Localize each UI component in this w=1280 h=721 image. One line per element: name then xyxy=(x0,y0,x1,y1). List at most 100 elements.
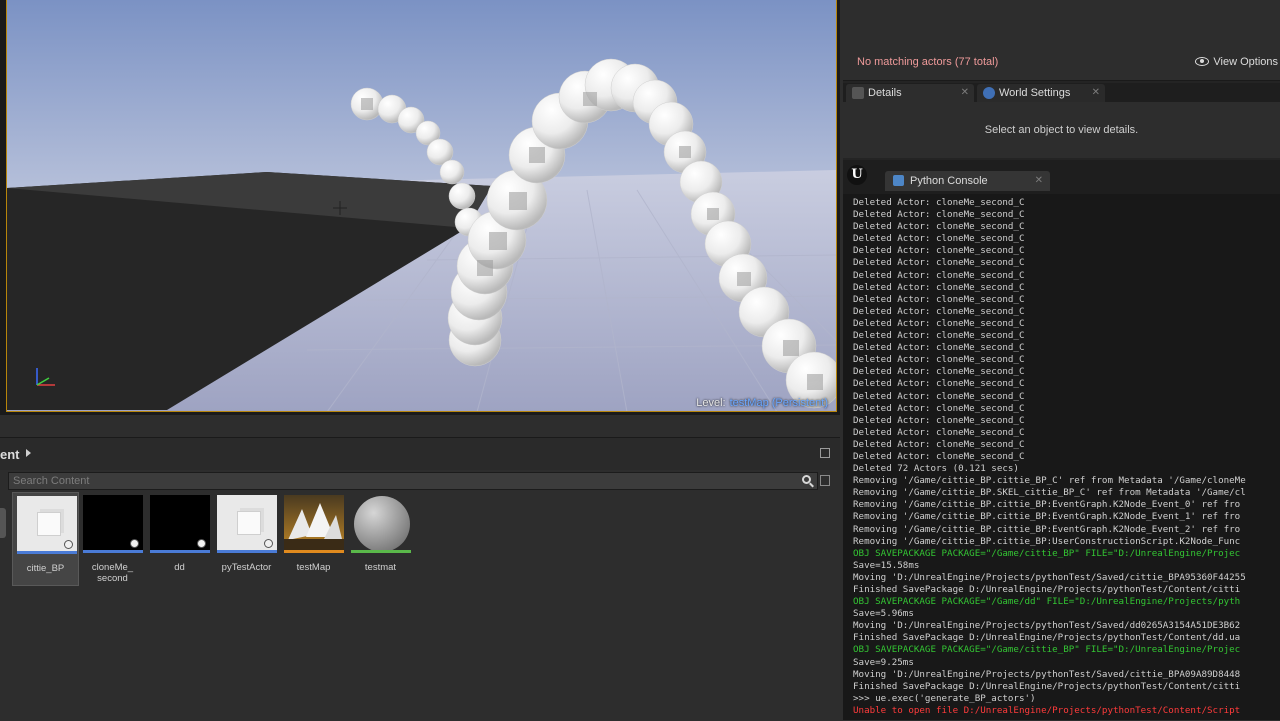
console-line: >>> ue.exec('generate_BP_actors') xyxy=(853,692,1036,704)
console-line: Removing '/Game/cittie_BP.cittie_BP_C' r… xyxy=(853,475,1246,487)
console-line: Deleted Actor: cloneMe_second_C xyxy=(853,342,1025,354)
console-line: Unable to open file D:/UnrealEngine/Proj… xyxy=(853,704,1241,716)
console-line: Save=9.25ms xyxy=(853,656,914,668)
console-line: Deleted Actor: cloneMe_second_C xyxy=(853,354,1025,366)
console-line: Deleted Actor: cloneMe_second_C xyxy=(853,257,1025,269)
map-icon xyxy=(284,503,344,550)
console-line: Deleted Actor: cloneMe_second_C xyxy=(853,269,1025,281)
level-viewport[interactable]: Level: testMap (Persistent) xyxy=(0,0,840,415)
asset-tile[interactable]: testMap xyxy=(280,492,347,586)
search-icon[interactable] xyxy=(802,475,811,484)
view-options-label: View Options xyxy=(1213,56,1278,68)
cube-icon xyxy=(37,512,61,536)
blueprint-badge-icon xyxy=(197,539,206,548)
asset-tile[interactable]: cloneMe_ second xyxy=(79,492,146,586)
details-panel: Details ✕ World Settings ✕ Select an obj… xyxy=(843,83,1280,158)
console-line: Save=5.96ms xyxy=(853,608,914,620)
console-line: Deleted Actor: cloneMe_second_C xyxy=(853,402,1025,414)
console-line: Deleted Actor: cloneMe_second_C xyxy=(853,209,1025,221)
level-indicator: Level: testMap (Persistent) xyxy=(696,397,828,409)
search-placeholder: Search Content xyxy=(13,475,90,487)
console-line: Moving 'D:/UnrealEngine/Projects/pythonT… xyxy=(853,571,1246,583)
tab-python-console-label: Python Console xyxy=(910,175,988,187)
close-icon[interactable]: ✕ xyxy=(1035,171,1043,191)
asset-tile[interactable]: pyTestActor xyxy=(213,492,280,586)
outliner-status: No matching actors (77 total) xyxy=(857,56,999,68)
console-line: Removing '/Game/cittie_BP.cittie_BP:Even… xyxy=(853,511,1241,523)
tab-python-console[interactable]: Python Console ✕ xyxy=(885,171,1050,191)
tab-world-settings[interactable]: World Settings ✕ xyxy=(977,84,1105,102)
asset-thumbnail xyxy=(284,495,344,553)
asset-thumbnail xyxy=(351,495,411,553)
console-line: OBJ SAVEPACKAGE PACKAGE="/Game/cittie_BP… xyxy=(853,547,1241,559)
console-line: Deleted Actor: cloneMe_second_C xyxy=(853,305,1025,317)
blueprint-badge-icon xyxy=(264,539,273,548)
scene-render xyxy=(7,0,836,411)
asset-thumbnail xyxy=(150,495,210,553)
asset-grid: cittie_BP cloneMe_ second dd pyTestActor xyxy=(12,492,414,586)
console-line: Deleted Actor: cloneMe_second_C xyxy=(853,438,1025,450)
asset-tile[interactable]: cittie_BP xyxy=(12,492,79,586)
path-arrow-icon[interactable] xyxy=(26,449,31,457)
asset-label: cittie_BP xyxy=(26,563,65,574)
asset-label: pyTestActor xyxy=(221,562,272,573)
asset-thumbnail xyxy=(217,495,277,553)
close-icon[interactable]: ✕ xyxy=(961,84,969,102)
search-content-input[interactable]: Search Content xyxy=(8,472,818,490)
details-tabbar: Details ✕ World Settings ✕ xyxy=(843,83,1280,102)
asset-thumbnail xyxy=(17,496,77,554)
cube-icon xyxy=(237,511,261,535)
material-sphere-icon xyxy=(354,496,410,552)
console-line: Deleted Actor: cloneMe_second_C xyxy=(853,221,1025,233)
console-output[interactable]: Deleted Actor: cloneMe_second_C Deleted A… xyxy=(843,194,1280,720)
console-line: Deleted Actor: cloneMe_second_C xyxy=(853,414,1025,426)
right-panels: No matching actors (77 total) View Optio… xyxy=(843,0,1280,720)
console-line: Deleted Actor: cloneMe_second_C xyxy=(853,378,1025,390)
console-line: Deleted Actor: cloneMe_second_C xyxy=(853,197,1025,208)
console-line: Finished SavePackage D:/UnrealEngine/Pro… xyxy=(853,632,1241,644)
close-icon[interactable]: ✕ xyxy=(1092,84,1100,102)
console-line: Deleted Actor: cloneMe_second_C xyxy=(853,366,1025,378)
console-line: Removing '/Game/cittie_BP.cittie_BP:Even… xyxy=(853,499,1241,511)
lock-icon[interactable] xyxy=(820,448,830,458)
view-options-button[interactable]: View Options xyxy=(1195,56,1278,68)
asset-label: testmat xyxy=(364,562,397,573)
tab-details-label: Details xyxy=(868,87,902,99)
tab-details[interactable]: Details ✕ xyxy=(846,84,974,102)
console-line: Deleted Actor: cloneMe_second_C xyxy=(853,245,1025,257)
console-line: Deleted Actor: cloneMe_second_C xyxy=(853,426,1025,438)
level-label: Level: xyxy=(696,397,726,409)
console-line: Removing '/Game/cittie_BP.cittie_BP:User… xyxy=(853,535,1241,547)
details-empty-message: Select an object to view details. xyxy=(984,124,1139,136)
console-line: Moving 'D:/UnrealEngine/Projects/pythonT… xyxy=(853,668,1241,680)
console-line: Removing '/Game/cittie_BP.cittie_BP:Even… xyxy=(853,523,1241,535)
python-console-panel: U Python Console ✕ Deleted Actor: cloneM… xyxy=(843,160,1280,720)
eye-icon xyxy=(1195,57,1210,66)
sources-panel-toggle[interactable] xyxy=(0,508,6,538)
console-line: Deleted Actor: cloneMe_second_C xyxy=(853,317,1025,329)
console-line: Save=15.58ms xyxy=(853,559,920,571)
console-line: Deleted Actor: cloneMe_second_C xyxy=(853,233,1025,245)
level-name: testMap (Persistent) xyxy=(729,397,828,409)
asset-label: cloneMe_ second xyxy=(91,562,134,584)
console-line: Deleted Actor: cloneMe_second_C xyxy=(853,330,1025,342)
console-line: Removing '/Game/cittie_BP.SKEL_cittie_BP… xyxy=(853,487,1246,499)
console-line: OBJ SAVEPACKAGE PACKAGE="/Game/dd" FILE=… xyxy=(853,596,1241,608)
console-line: Deleted Actor: cloneMe_second_C xyxy=(853,281,1025,293)
blueprint-badge-icon xyxy=(130,539,139,548)
filter-icon[interactable] xyxy=(820,475,830,486)
blueprint-badge-icon xyxy=(64,540,73,549)
console-line: Moving 'D:/UnrealEngine/Projects/pythonT… xyxy=(853,620,1241,632)
asset-label: dd xyxy=(174,562,185,573)
python-icon xyxy=(893,175,904,186)
world-outliner: No matching actors (77 total) View Optio… xyxy=(843,0,1280,81)
asset-label: testMap xyxy=(296,562,331,573)
asset-tile[interactable]: testmat xyxy=(347,492,414,586)
console-line: Finished SavePackage D:/UnrealEngine/Pro… xyxy=(853,680,1241,692)
console-line: Deleted 72 Actors (0.121 secs) xyxy=(853,463,1019,475)
console-line: OBJ SAVEPACKAGE PACKAGE="/Game/cittie_BP… xyxy=(853,644,1241,656)
console-line: Deleted Actor: cloneMe_second_C xyxy=(853,450,1025,462)
viewport-render[interactable] xyxy=(6,0,837,412)
tab-world-settings-label: World Settings xyxy=(999,87,1071,99)
asset-tile[interactable]: dd xyxy=(146,492,213,586)
